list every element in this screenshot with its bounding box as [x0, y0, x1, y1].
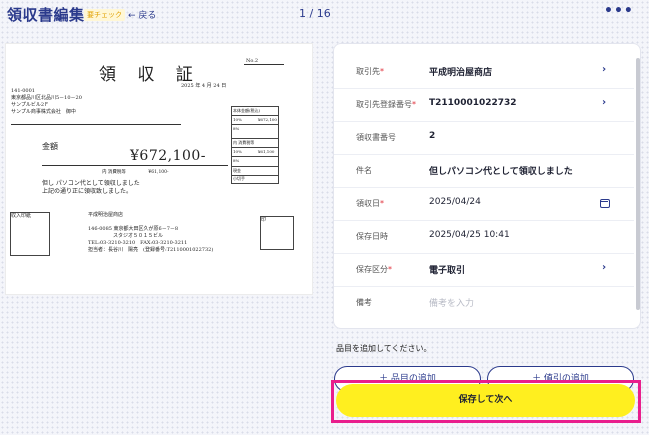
revenue-stamp-box: 収入印紙: [10, 212, 50, 256]
label-text: 件名: [356, 166, 372, 175]
receipt-preview: 領 収 証 No.2 2025 年 4 月 24 日 141-0001 東京都品…: [5, 43, 313, 295]
issuer-line: スタジオ５０１５ビル: [88, 233, 164, 239]
calendar-icon[interactable]: [600, 199, 610, 208]
tax-breakdown-box: 本体金額(税込) 10% ¥672,100 8% 内 消費税等 10% ¥61,…: [231, 106, 279, 184]
field-registration-number[interactable]: 取引先登録番号* T2110001022732 ›: [334, 89, 634, 122]
receipt-issuer: 平成明治屋商店 146-0085 東京都大田区久が原6－7－8 スタジオ５０１５…: [88, 212, 213, 254]
tax-line: 内 消費税等 ¥61,100-: [102, 170, 169, 175]
required-mark: *: [380, 67, 384, 76]
field-label: 保存日時: [356, 231, 388, 242]
label-text: 取引先: [356, 67, 380, 76]
saved-at-value: 2025/04/25 10:41: [429, 230, 510, 240]
issuer-line: 担当者：長谷川 陽亮 (登録番号:T2110001022732): [88, 247, 214, 253]
chevron-right-icon: ›: [602, 262, 607, 273]
field-label: 保存区分*: [356, 264, 392, 275]
amount-label: 金額: [42, 142, 58, 151]
tax-box-cell: 本体金額(税込): [232, 107, 278, 116]
field-receipt-number[interactable]: 領収書番号 2: [334, 122, 634, 155]
field-label: 備考: [356, 297, 372, 308]
field-label: 件名: [356, 165, 372, 176]
receipt-addressee: 141-0001 東京都品川区北品川5－10－20 サンプルビル2Ｆ サンプル商…: [11, 88, 82, 116]
required-mark: *: [412, 100, 416, 109]
chevron-right-icon: ›: [602, 64, 607, 75]
field-vendor[interactable]: 取引先* 平成明治屋商店 ›: [334, 56, 634, 89]
items-hint: 品目を追加してください。: [336, 344, 432, 353]
tax-box-cell: 小切手: [233, 176, 245, 181]
form-scrollbar[interactable]: [636, 58, 640, 310]
field-label: 領収書番号: [356, 132, 396, 143]
required-mark: *: [380, 199, 384, 208]
addressee-line: 141-0001: [11, 88, 35, 94]
page-title: 領収書編集: [7, 6, 85, 24]
addressee-line: 東京都品川区北品川5－10－20: [11, 95, 82, 101]
issuer-line: [88, 219, 213, 226]
label-text: 保存日時: [356, 232, 388, 241]
receipt-number-value: 2: [429, 131, 436, 141]
page-counter: 1 / 16: [299, 7, 331, 20]
issuer-line: 146-0085 東京都大田区久が原6－7－8: [88, 226, 179, 232]
receipt-date-value: 2025/04/24: [429, 197, 481, 207]
field-label: 領収日*: [356, 198, 384, 209]
registration-number-value: T2110001022732: [429, 98, 517, 108]
label-text: 備考: [356, 298, 372, 307]
label-text: 領収書番号: [356, 133, 396, 142]
label-text: 領収日: [356, 199, 380, 208]
addressee-line: サンプル商事株式会社 御中: [11, 109, 76, 115]
note-line: 但し パソコン代として領収しました: [42, 180, 140, 187]
field-memo[interactable]: 備考 備考を入力: [334, 287, 634, 320]
receipt-date: 2025 年 4 月 24 日: [181, 83, 227, 89]
receipt-amount: ¥672,100-: [130, 148, 207, 164]
seal-box: 印: [260, 216, 294, 250]
field-label: 取引先*: [356, 66, 384, 77]
note-line: 上記の通り正に領収致しました。: [42, 188, 133, 195]
back-link[interactable]: ← 戻る: [128, 8, 156, 21]
field-receipt-date[interactable]: 領収日* 2025/04/24: [334, 188, 634, 221]
field-label: 取引先登録番号*: [356, 99, 416, 110]
receipt-number-underline: [244, 64, 284, 65]
issuer-line: TEL:03-3210-3210 FAX:03-3210-3211: [88, 240, 188, 246]
vendor-value: 平成明治屋商店: [429, 68, 493, 78]
chevron-right-icon: ›: [602, 97, 607, 108]
header: 領収書編集 要チェック ← 戻る 1 / 16 •••: [0, 0, 649, 28]
tax-box-cell: 10% ¥672,100: [232, 116, 278, 125]
label-text: 保存区分: [356, 265, 388, 274]
seal-label: 印: [261, 217, 267, 223]
label-text: 取引先登録番号: [356, 100, 412, 109]
memo-input[interactable]: 備考を入力: [429, 296, 474, 309]
save-and-next-button[interactable]: 保存して次へ: [336, 384, 635, 417]
field-subject[interactable]: 件名 但しパソコン代として領収しました: [334, 155, 634, 188]
storage-type-value: 電子取引: [429, 266, 466, 276]
issuer-line: 平成明治屋商店: [88, 212, 124, 218]
subject-value: 但しパソコン代として領収しました: [429, 167, 573, 177]
field-storage-type[interactable]: 保存区分* 電子取引 ›: [334, 254, 634, 287]
check-badge: 要チェック: [84, 9, 125, 21]
receipt-form-card: 取引先* 平成明治屋商店 › 取引先登録番号* T2110001022732 ›…: [333, 43, 641, 329]
receipt-note: 但し パソコン代として領収しました 上記の通り正に領収致しました。: [42, 180, 140, 196]
field-saved-at: 保存日時 2025/04/25 10:41: [334, 221, 634, 254]
tax-box-cell: 10% ¥61,100: [232, 148, 278, 157]
tax-box-cell: 8%: [232, 157, 278, 167]
addressee-line: サンプルビル2Ｆ: [11, 102, 50, 108]
amount-underline: [42, 165, 228, 166]
tax-box-cell: 8%: [232, 125, 278, 139]
required-mark: *: [388, 265, 392, 274]
tax-box-cell: 内 消費税等: [232, 139, 278, 148]
addressee-underline: [11, 124, 181, 125]
stamp-label: 収入印紙: [11, 213, 32, 219]
more-icon[interactable]: •••: [604, 3, 634, 19]
